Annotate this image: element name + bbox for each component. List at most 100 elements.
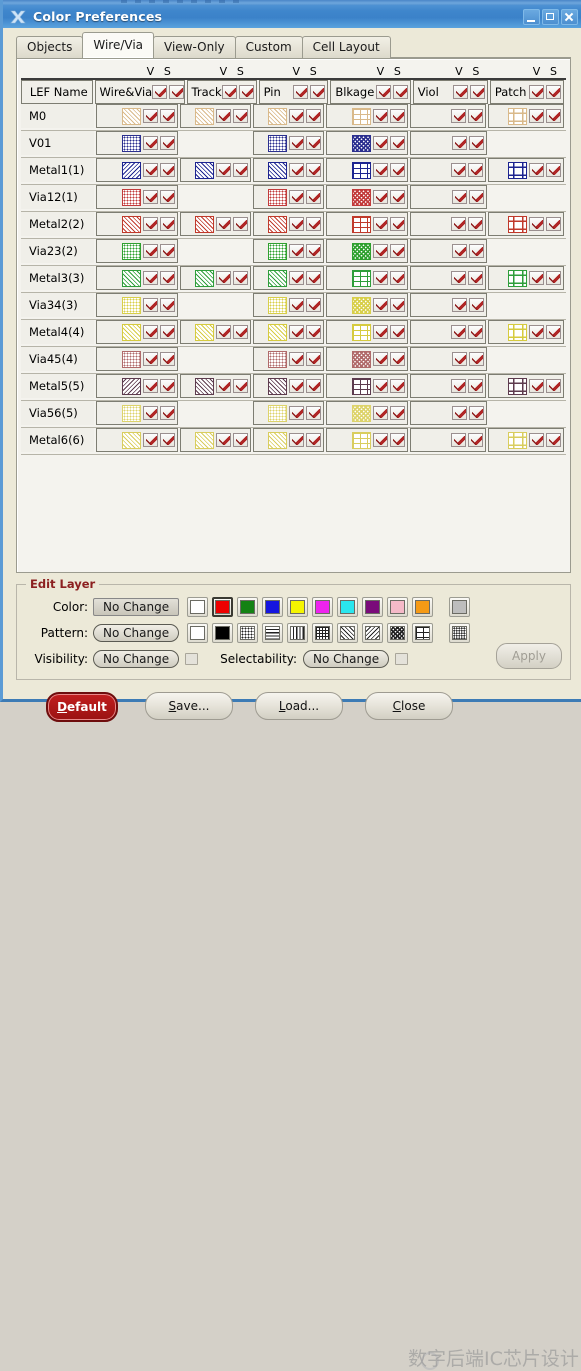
cell-pin[interactable] bbox=[252, 104, 325, 128]
pattern-swatch-pane[interactable] bbox=[508, 431, 527, 449]
visibility-checkbox[interactable] bbox=[373, 298, 389, 312]
selectability-no-change-button[interactable]: No Change bbox=[303, 650, 390, 668]
cell-viol[interactable] bbox=[409, 320, 487, 344]
visibility-checkbox[interactable] bbox=[451, 244, 467, 258]
visibility-checkbox[interactable] bbox=[451, 379, 467, 393]
selectability-checkbox[interactable] bbox=[546, 433, 561, 447]
column-v-master-checkbox[interactable] bbox=[221, 85, 237, 99]
visibility-checkbox[interactable] bbox=[142, 325, 158, 339]
pattern-swatch-hlines[interactable] bbox=[262, 623, 284, 643]
visibility-checkbox[interactable] bbox=[289, 136, 305, 150]
pattern-swatch-brick[interactable] bbox=[351, 215, 371, 233]
visibility-checkbox[interactable] bbox=[373, 406, 389, 420]
pattern-swatch-solid[interactable] bbox=[212, 623, 234, 643]
pattern-swatch-diag-back[interactable] bbox=[121, 161, 141, 179]
selectability-checkbox[interactable] bbox=[468, 136, 484, 150]
visibility-checkbox[interactable] bbox=[451, 406, 467, 420]
selectability-checkbox[interactable] bbox=[546, 271, 561, 285]
selectability-checkbox[interactable] bbox=[389, 271, 405, 285]
cell-pin[interactable] bbox=[252, 347, 325, 371]
cell-blkage[interactable] bbox=[326, 185, 409, 209]
table-row[interactable]: Metal3(3) bbox=[21, 266, 566, 292]
pattern-swatch-cross[interactable] bbox=[194, 269, 214, 287]
selectability-checkbox[interactable] bbox=[468, 433, 484, 447]
maximize-icon[interactable] bbox=[542, 8, 559, 25]
cell-pin[interactable] bbox=[252, 239, 325, 263]
column-v-master-checkbox[interactable] bbox=[152, 85, 168, 99]
selectability-checkbox[interactable] bbox=[232, 217, 248, 231]
visibility-checkbox[interactable] bbox=[215, 217, 231, 231]
selectability-checkbox[interactable] bbox=[232, 379, 248, 393]
cell-blkage[interactable] bbox=[326, 428, 408, 452]
pattern-swatch-diag-fwd[interactable] bbox=[121, 431, 141, 449]
pattern-swatch-dots[interactable] bbox=[237, 623, 259, 643]
visibility-checkbox[interactable] bbox=[373, 190, 389, 204]
selectability-checkbox[interactable] bbox=[160, 406, 176, 420]
selectability-checkbox[interactable] bbox=[306, 244, 322, 258]
visibility-checkbox[interactable] bbox=[143, 352, 159, 366]
color-swatch-7[interactable] bbox=[362, 597, 384, 617]
cell-viol[interactable] bbox=[410, 401, 487, 425]
cell-blkage[interactable] bbox=[326, 158, 408, 182]
selectability-checkbox[interactable] bbox=[468, 163, 484, 177]
color-swatch-9[interactable] bbox=[412, 597, 434, 617]
tab-custom[interactable]: Custom bbox=[234, 36, 303, 58]
visibility-checkbox[interactable] bbox=[289, 190, 305, 204]
color-swatch-0[interactable] bbox=[187, 597, 209, 617]
visibility-checkbox[interactable] bbox=[215, 325, 231, 339]
pattern-swatch-check[interactable] bbox=[352, 134, 372, 152]
pattern-swatch-diag-fwd[interactable] bbox=[121, 323, 141, 341]
pattern-swatch-dots[interactable] bbox=[122, 242, 142, 260]
pattern-swatch-check[interactable] bbox=[352, 242, 372, 260]
selectability-checkbox[interactable] bbox=[395, 653, 409, 665]
tab-view-only[interactable]: View-Only bbox=[153, 36, 236, 58]
pattern-swatch-cross[interactable] bbox=[194, 377, 214, 395]
visibility-checkbox[interactable] bbox=[529, 217, 544, 231]
cell-patch[interactable] bbox=[488, 212, 564, 236]
selectability-checkbox[interactable] bbox=[389, 325, 405, 339]
visibility-checkbox[interactable] bbox=[215, 163, 231, 177]
cell-wirevia[interactable] bbox=[96, 239, 179, 263]
visibility-checkbox[interactable] bbox=[289, 271, 305, 285]
cell-patch[interactable] bbox=[488, 158, 564, 182]
cell-pin[interactable] bbox=[252, 320, 325, 344]
visibility-checkbox[interactable] bbox=[529, 433, 544, 447]
visibility-checkbox[interactable] bbox=[143, 136, 159, 150]
selectability-checkbox[interactable] bbox=[389, 163, 405, 177]
visibility-checkbox[interactable] bbox=[373, 136, 389, 150]
cell-patch[interactable] bbox=[488, 428, 564, 452]
visibility-checkbox[interactable] bbox=[372, 217, 388, 231]
table-row[interactable]: Metal5(5) bbox=[21, 374, 566, 400]
column-s-master-checkbox[interactable] bbox=[169, 85, 185, 99]
pattern-swatch-dots[interactable] bbox=[268, 404, 288, 422]
pattern-swatch-check[interactable] bbox=[387, 623, 409, 643]
cell-viol[interactable] bbox=[409, 266, 487, 290]
cell-pin[interactable] bbox=[252, 212, 325, 236]
pattern-swatch-check[interactable] bbox=[352, 188, 372, 206]
pattern-swatch-pane[interactable] bbox=[508, 161, 527, 179]
pattern-swatch-check[interactable] bbox=[352, 350, 372, 368]
selectability-checkbox[interactable] bbox=[468, 298, 484, 312]
visibility-checkbox[interactable] bbox=[215, 379, 231, 393]
column-s-master-checkbox[interactable] bbox=[392, 85, 408, 99]
selectability-checkbox[interactable] bbox=[546, 217, 561, 231]
visibility-checkbox[interactable] bbox=[451, 136, 467, 150]
pattern-swatch-dots[interactable] bbox=[122, 188, 142, 206]
pattern-swatch-dots[interactable] bbox=[122, 350, 142, 368]
pattern-swatch-dots[interactable] bbox=[122, 134, 142, 152]
cell-pin[interactable] bbox=[252, 374, 325, 398]
pattern-swatch-brick[interactable] bbox=[351, 431, 371, 449]
cell-wirevia[interactable] bbox=[96, 293, 179, 317]
pattern-swatch-brick[interactable] bbox=[351, 107, 371, 125]
pattern-swatch-cross[interactable] bbox=[268, 107, 288, 125]
cell-viol[interactable] bbox=[409, 212, 487, 236]
color-swatch-4[interactable] bbox=[287, 597, 309, 617]
visibility-checkbox[interactable] bbox=[289, 406, 305, 420]
table-row[interactable]: Via12(1) bbox=[21, 185, 566, 211]
visibility-checkbox[interactable] bbox=[142, 163, 158, 177]
visibility-checkbox[interactable] bbox=[451, 163, 467, 177]
selectability-checkbox[interactable] bbox=[159, 379, 175, 393]
visibility-checkbox[interactable] bbox=[451, 217, 467, 231]
selectability-checkbox[interactable] bbox=[390, 190, 406, 204]
selectability-checkbox[interactable] bbox=[306, 217, 322, 231]
